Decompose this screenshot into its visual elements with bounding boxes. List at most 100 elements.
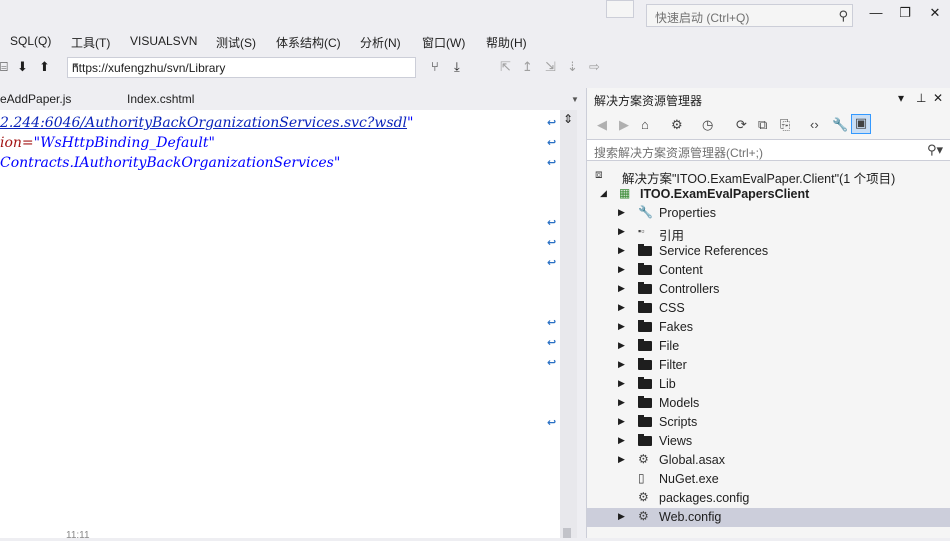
menu-visualsvn[interactable]: VISUALSVN xyxy=(130,34,197,48)
collapsed-triangle-icon[interactable]: ▶ xyxy=(618,454,625,465)
menu-help[interactable]: 帮助(H) xyxy=(486,34,527,51)
view-code-icon[interactable]: ‹› xyxy=(810,117,819,132)
code-editor[interactable]: 2.244:6046/AuthorityBackOrganizationServ… xyxy=(0,110,560,538)
collapsed-triangle-icon[interactable]: ▶ xyxy=(618,340,625,351)
tree-item-label: Views xyxy=(659,434,693,448)
tree-item[interactable]: ⚙ packages.config xyxy=(587,489,950,508)
endpoint-address-link[interactable]: 2.244:6046/AuthorityBackOrganizationServ… xyxy=(0,115,407,131)
switch-icon[interactable]: ⇱ xyxy=(500,59,511,75)
branch-icon[interactable]: ⑂ xyxy=(431,59,439,74)
collapsed-triangle-icon[interactable]: ▶ xyxy=(618,226,625,237)
relocate-icon[interactable]: ↥ xyxy=(522,59,533,75)
log-icon[interactable]: ⇣ xyxy=(567,59,578,75)
back-icon[interactable]: ◀ xyxy=(597,117,607,133)
history-icon[interactable]: ◷ xyxy=(702,117,713,133)
collapsed-triangle-icon[interactable]: ▶ xyxy=(618,378,625,389)
collapsed-triangle-icon[interactable]: ▶ xyxy=(618,321,625,332)
collapsed-triangle-icon[interactable]: ▶ xyxy=(618,264,625,275)
menu-test[interactable]: 测试(S) xyxy=(216,34,256,51)
sync-icon[interactable]: ⟳ xyxy=(736,117,747,133)
folder-icon xyxy=(638,434,652,446)
wrap-glyph-icon: ↩ xyxy=(547,337,557,349)
tree-item[interactable]: ▶ Views xyxy=(587,432,950,451)
close-button[interactable]: ✕ xyxy=(924,5,946,25)
tree-item[interactable]: ▶ Fakes xyxy=(587,318,950,337)
forward-icon[interactable]: ▶ xyxy=(619,117,629,133)
tab-index-cshtml[interactable]: Index.cshtml xyxy=(127,92,194,106)
tree-item[interactable]: ▶ Lib xyxy=(587,375,950,394)
quick-launch-input[interactable]: 快速启动 (Ctrl+Q) ⚲ xyxy=(646,4,853,27)
pending-changes-icon[interactable]: ⚙ xyxy=(671,117,683,133)
code-quote: " xyxy=(407,115,414,131)
wrap-glyph-icon: ↩ xyxy=(547,257,557,269)
pin-icon[interactable]: ⊥ xyxy=(916,91,926,105)
tree-item[interactable]: ▶ Models xyxy=(587,394,950,413)
collapsed-triangle-icon[interactable]: ▶ xyxy=(618,416,625,427)
line-number: 11:11 xyxy=(66,530,90,541)
tree-item[interactable]: ▶ CSS xyxy=(587,299,950,318)
tree-project-node[interactable]: ◢ ▦ ITOO.ExamEvalPapersClient xyxy=(587,185,950,204)
tree-item[interactable]: ▶ Controllers xyxy=(587,280,950,299)
preview-icon[interactable]: ▣ xyxy=(851,114,871,134)
svn-icon[interactable]: ⌸ xyxy=(0,59,8,75)
expanded-triangle-icon[interactable]: ◢ xyxy=(600,188,607,199)
tree-item[interactable]: ▯ NuGet.exe xyxy=(587,470,950,489)
collapsed-triangle-icon[interactable]: ▶ xyxy=(618,207,625,218)
tree-item[interactable]: ▶ 🔧 Properties xyxy=(587,204,950,223)
export-icon[interactable]: ⇲ xyxy=(545,59,556,75)
merge-icon[interactable]: ⤓ xyxy=(454,59,460,75)
wrap-glyph-icon: ↩ xyxy=(547,217,557,229)
search-icon[interactable]: ⚲ xyxy=(838,8,848,24)
collapse-all-icon[interactable]: ⧉ xyxy=(758,117,767,133)
tab-eaddpaper-js[interactable]: eAddPaper.js xyxy=(0,92,71,106)
tree-item[interactable]: ▶ Filter xyxy=(587,356,950,375)
tree-item[interactable]: ▶ Service References xyxy=(587,242,950,261)
tree-item-label: Scripts xyxy=(659,415,698,429)
wrap-glyph-icon: ↩ xyxy=(547,317,557,329)
tab-list-chevron-icon[interactable]: ▼ xyxy=(571,95,579,104)
collapsed-triangle-icon[interactable]: ▶ xyxy=(618,245,625,256)
svn-url-combobox[interactable]: https://xufengzhu/svn/Library ▼ xyxy=(67,57,416,78)
tree-item[interactable]: ▶ ▪▫ 引用 xyxy=(587,223,950,243)
search-placeholder: 搜索解决方案资源管理器(Ctrl+;) xyxy=(594,146,763,160)
collapsed-triangle-icon[interactable]: ▶ xyxy=(618,283,625,294)
forward-icon[interactable]: ⇨ xyxy=(589,59,600,75)
collapsed-triangle-icon[interactable]: ▶ xyxy=(618,397,625,408)
tree-item[interactable]: ▶ Content xyxy=(587,261,950,280)
chevron-down-icon[interactable]: ▼ xyxy=(72,61,412,70)
tree-item-label: NuGet.exe xyxy=(659,472,719,486)
tree-item[interactable]: ▶ ⚙ Global.asax xyxy=(587,451,950,470)
project-label: ITOO.ExamEvalPapersClient xyxy=(640,187,810,201)
restore-button[interactable]: ❐ xyxy=(894,5,916,25)
wrap-glyph-icon: ↩ xyxy=(547,137,557,149)
references-icon: ▪▫ xyxy=(638,226,645,236)
split-window-icon[interactable]: ⇕ xyxy=(563,112,573,126)
tree-item[interactable]: ▶ File xyxy=(587,337,950,356)
collapsed-triangle-icon[interactable]: ▶ xyxy=(618,435,625,446)
menu-tools[interactable]: 工具(T) xyxy=(71,34,110,51)
svn-commit-icon[interactable]: ⬆ xyxy=(39,59,50,75)
panel-close-icon[interactable]: ✕ xyxy=(933,91,943,105)
menu-architecture[interactable]: 体系结构(C) xyxy=(276,34,341,51)
show-all-files-icon[interactable]: ⎘ xyxy=(780,117,790,133)
tree-item[interactable]: ▶ ⚙ Web.config xyxy=(587,508,950,527)
properties-icon[interactable]: 🔧 xyxy=(832,117,848,133)
solution-icon: ⧈ xyxy=(595,167,603,181)
svn-update-icon[interactable]: ⬇ xyxy=(17,59,28,75)
feedback-icon[interactable] xyxy=(606,0,634,18)
solution-explorer-search[interactable]: 搜索解决方案资源管理器(Ctrl+;) ⚲▾ xyxy=(587,139,950,161)
collapsed-triangle-icon[interactable]: ▶ xyxy=(618,511,625,522)
collapsed-triangle-icon[interactable]: ▶ xyxy=(618,302,625,313)
minimize-button[interactable]: — xyxy=(865,5,887,25)
folder-icon xyxy=(638,320,652,332)
menu-window[interactable]: 窗口(W) xyxy=(422,34,465,51)
menu-analyze[interactable]: 分析(N) xyxy=(360,34,401,51)
search-icon[interactable]: ⚲▾ xyxy=(927,142,943,158)
home-icon[interactable]: ⌂ xyxy=(641,117,649,132)
panel-dropdown-icon[interactable]: ▾ xyxy=(898,91,904,105)
tree-solution-node[interactable]: ⧈ 解决方案"ITOO.ExamEvalPaper.Client"(1 个项目) xyxy=(587,166,950,187)
tree-item[interactable]: ▶ Scripts xyxy=(587,413,950,432)
collapsed-triangle-icon[interactable]: ▶ xyxy=(618,359,625,370)
scrollbar-thumb[interactable] xyxy=(563,528,571,538)
menu-sql[interactable]: SQL(Q) xyxy=(10,34,51,48)
